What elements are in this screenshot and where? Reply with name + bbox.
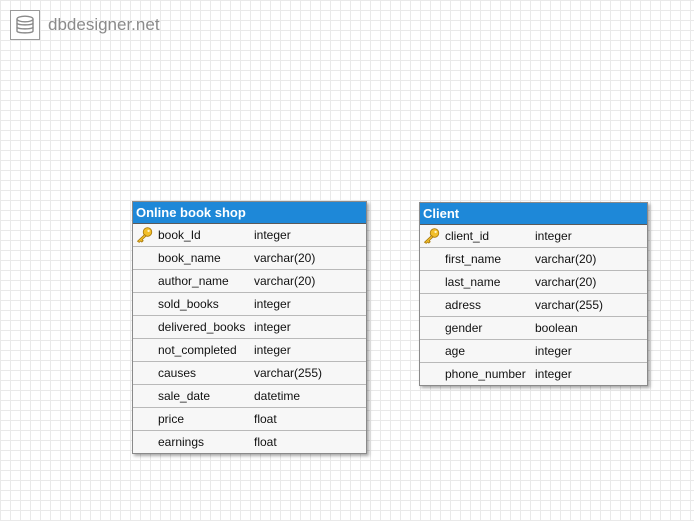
table-client[interactable]: Client client_id integer first_name varchar…: [419, 202, 648, 386]
table-title[interactable]: Client: [420, 203, 647, 225]
column-name: delivered_books: [158, 320, 246, 334]
column-row[interactable]: first_name varchar(20): [420, 248, 647, 271]
column-name: earnings: [158, 435, 205, 449]
column-type: varchar(255): [535, 298, 604, 312]
column-name: sale_date: [158, 389, 211, 403]
column-type: varchar(20): [535, 252, 597, 266]
column-name: price: [158, 412, 185, 426]
column-type: float: [254, 412, 277, 426]
table-columns: client_id integer first_name varchar(20) las…: [420, 225, 647, 385]
column-name: sold_books: [158, 297, 219, 311]
column-type: varchar(20): [254, 274, 316, 288]
column-row[interactable]: sold_books integer: [133, 293, 366, 316]
primary-key-icon: [423, 228, 440, 244]
column-type: integer: [535, 367, 572, 381]
column-row[interactable]: age integer: [420, 340, 647, 363]
column-name: age: [445, 344, 466, 358]
column-row[interactable]: author_name varchar(20): [133, 270, 366, 293]
primary-key-icon: [136, 227, 153, 243]
column-row[interactable]: last_name varchar(20): [420, 271, 647, 294]
column-row[interactable]: book_name varchar(20): [133, 247, 366, 270]
column-type: integer: [254, 320, 291, 334]
column-type: integer: [254, 228, 291, 242]
column-row[interactable]: sale_date datetime: [133, 385, 366, 408]
column-type: integer: [535, 229, 572, 243]
brand-logo[interactable]: dbdesigner.net: [10, 10, 160, 40]
table-title[interactable]: Online book shop: [133, 202, 366, 224]
column-row[interactable]: causes varchar(255): [133, 362, 366, 385]
column-row[interactable]: client_id integer: [420, 225, 647, 248]
column-row[interactable]: earnings float: [133, 431, 366, 453]
column-name: not_completed: [158, 343, 237, 357]
column-name: client_id: [445, 229, 490, 243]
brand-name: dbdesigner.net: [48, 15, 160, 34]
column-type: integer: [254, 343, 291, 357]
database-icon: [10, 10, 40, 40]
column-row[interactable]: adress varchar(255): [420, 294, 647, 317]
table-online-book-shop[interactable]: Online book shop book_Id integer book_name…: [132, 201, 367, 454]
column-type: varchar(20): [535, 275, 597, 289]
column-name: phone_number: [445, 367, 526, 381]
column-name: book_name: [158, 251, 221, 265]
column-name: causes: [158, 366, 197, 380]
column-type: integer: [254, 297, 291, 311]
column-row[interactable]: not_completed integer: [133, 339, 366, 362]
column-type: boolean: [535, 321, 578, 335]
column-name: author_name: [158, 274, 229, 288]
column-name: first_name: [445, 252, 502, 266]
column-row[interactable]: book_Id integer: [133, 224, 366, 247]
column-name: adress: [445, 298, 482, 312]
column-row[interactable]: price float: [133, 408, 366, 431]
column-type: varchar(255): [254, 366, 323, 380]
column-row[interactable]: delivered_books integer: [133, 316, 366, 339]
column-type: float: [254, 435, 277, 449]
column-name: last_name: [445, 275, 501, 289]
column-name: gender: [445, 321, 483, 335]
column-type: integer: [535, 344, 572, 358]
column-type: datetime: [254, 389, 301, 403]
column-row[interactable]: gender boolean: [420, 317, 647, 340]
column-name: book_Id: [158, 228, 201, 242]
column-row[interactable]: phone_number integer: [420, 363, 647, 385]
column-type: varchar(20): [254, 251, 316, 265]
table-columns: book_Id integer book_name varchar(20) author…: [133, 224, 366, 453]
